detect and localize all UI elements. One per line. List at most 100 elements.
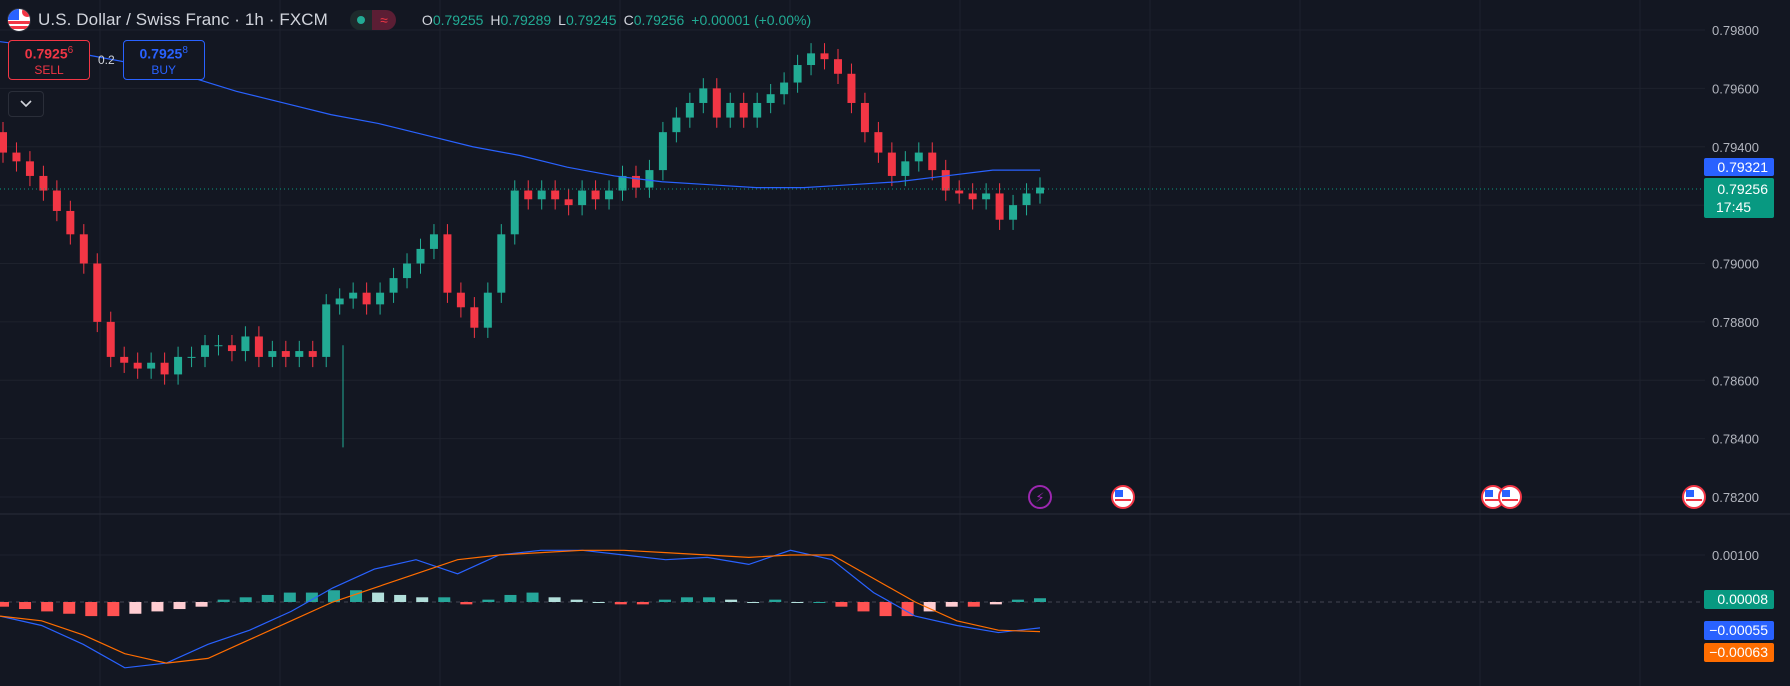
price-tick-label: 0.78400 <box>1712 432 1759 447</box>
candle-body <box>820 53 829 60</box>
histogram-bar <box>548 597 561 602</box>
candle-body <box>1022 193 1031 206</box>
candle-body <box>120 356 129 363</box>
low-label: L <box>558 12 566 28</box>
price-tick-label: 0.78800 <box>1712 315 1759 330</box>
market-open-icon <box>349 10 372 30</box>
histogram-bar <box>857 602 870 612</box>
histogram-bar <box>504 594 517 602</box>
candle-body <box>403 263 412 279</box>
candle-body <box>699 88 708 103</box>
candle-body <box>254 336 263 357</box>
histogram-bar <box>129 602 142 614</box>
histogram-bar <box>813 602 826 603</box>
candle-body <box>860 102 869 133</box>
candle-body <box>106 321 115 357</box>
candle-body <box>847 73 856 103</box>
sell-button[interactable]: 0.79256 SELL <box>8 40 90 80</box>
candle-body <box>52 190 61 211</box>
macd-tick-label: 0.00100 <box>1712 548 1759 563</box>
chart-canvas[interactable]: 0.798000.796000.794000.792000.790000.788… <box>0 0 1790 686</box>
candle-body <box>1036 187 1044 194</box>
histogram-bar <box>791 602 804 603</box>
candle-body <box>524 190 533 200</box>
histogram-bar <box>769 599 782 602</box>
histogram-bar <box>372 592 385 602</box>
histogram-bar <box>879 602 892 617</box>
ema-price-tag: 0.79321 <box>1704 158 1774 176</box>
candle-body <box>618 175 627 191</box>
price-tick-label: 0.79600 <box>1712 81 1759 96</box>
histogram-bar <box>680 597 693 602</box>
market-status-toggle[interactable]: ≈ <box>349 10 396 30</box>
candle-body <box>429 234 438 249</box>
lightning-event-icon[interactable]: ⚡ <box>1028 485 1052 509</box>
open-value: 0.79255 <box>432 12 484 28</box>
histogram-bar <box>460 602 473 605</box>
candle-body <box>591 190 600 200</box>
candle-body <box>470 307 479 328</box>
us-flag-event-icon[interactable] <box>1498 485 1522 509</box>
candle-body <box>0 132 7 153</box>
price-tick-label: 0.78200 <box>1712 490 1759 505</box>
usd-chf-flag-icon <box>8 9 30 31</box>
histogram-bar <box>1011 599 1024 602</box>
candle-body <box>793 65 802 83</box>
candle-body <box>537 190 546 200</box>
candle-series <box>0 43 1044 448</box>
open-label: O <box>421 12 433 28</box>
histogram-bar <box>217 599 230 602</box>
histogram-bar <box>151 602 164 612</box>
chevron-down-icon <box>20 100 32 108</box>
histogram-bar <box>989 602 1002 605</box>
price-tick-label: 0.78600 <box>1712 373 1759 388</box>
sell-pip: 6 <box>67 45 74 56</box>
price-tick-label: 0.79800 <box>1712 23 1759 38</box>
candle-body <box>133 362 142 369</box>
candle-body <box>712 88 721 118</box>
histogram-bar <box>85 602 98 617</box>
histogram-bar <box>261 594 274 602</box>
candle-body <box>1009 205 1018 220</box>
candle-body <box>497 234 506 293</box>
histogram-bar <box>747 602 760 603</box>
candle-body <box>281 351 290 357</box>
candle-body <box>766 94 775 103</box>
buy-button[interactable]: 0.79258 BUY <box>122 40 205 80</box>
candle-body <box>928 152 937 171</box>
histogram-bar <box>107 602 120 617</box>
candle-body <box>308 351 317 357</box>
histogram-bar <box>592 602 605 603</box>
candle-body <box>955 190 964 194</box>
candle-body <box>12 152 21 162</box>
candle-body <box>322 304 331 357</box>
candle-body <box>564 199 573 206</box>
histogram-bar <box>945 602 958 607</box>
candle-body <box>214 345 223 347</box>
candle-body <box>833 59 842 74</box>
candle-body <box>551 190 560 200</box>
histogram-bar <box>570 599 583 602</box>
candle-body <box>241 336 250 352</box>
histogram-bar <box>19 602 32 610</box>
candle-body <box>685 102 694 118</box>
histogram-bar <box>195 602 208 607</box>
collapse-button[interactable] <box>8 91 44 117</box>
buy-pip: 8 <box>182 45 188 56</box>
symbol-title[interactable]: U.S. Dollar / Swiss Franc · 1h · FXCM <box>38 10 328 30</box>
candle-body <box>968 193 977 200</box>
histogram-bar <box>394 594 407 602</box>
candle-body <box>753 102 762 118</box>
candle-body <box>227 345 236 352</box>
price-tick-label: 0.79400 <box>1712 140 1759 155</box>
candle-body <box>79 234 88 264</box>
last-price-tag: 0.79256 17:45 <box>1704 178 1774 218</box>
us-flag-event-icon[interactable] <box>1682 485 1706 509</box>
candle-body <box>901 161 910 176</box>
us-flag-event-icon[interactable] <box>1111 485 1135 509</box>
histogram-bar <box>41 602 54 612</box>
macd-value-tag: −0.00055 <box>1704 621 1774 640</box>
candle-body <box>416 248 425 264</box>
candle-body <box>780 82 789 95</box>
candle-body <box>66 210 75 235</box>
